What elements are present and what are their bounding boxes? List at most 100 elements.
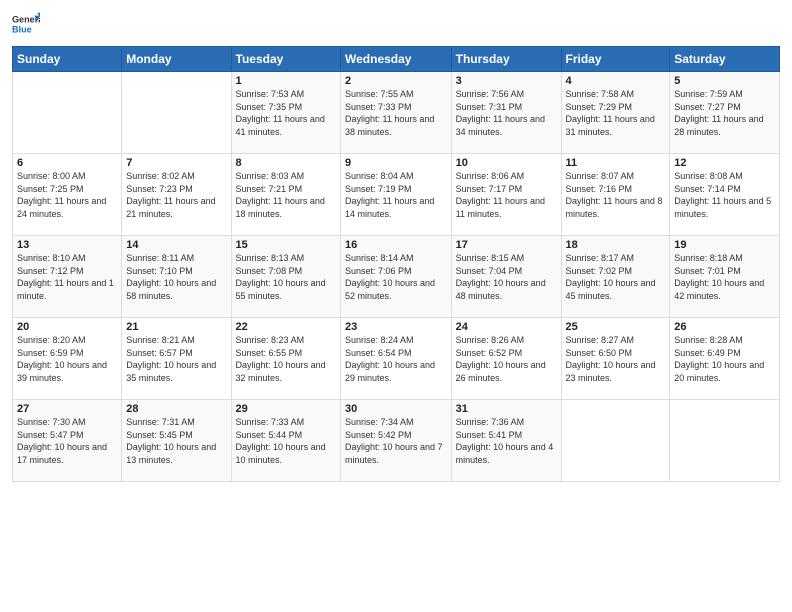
day-number: 20 bbox=[17, 321, 117, 333]
day-number: 4 bbox=[566, 75, 666, 87]
day-number: 11 bbox=[566, 157, 666, 169]
day-number: 28 bbox=[126, 403, 226, 415]
calendar-header-row: SundayMondayTuesdayWednesdayThursdayFrid… bbox=[13, 47, 780, 72]
day-number: 14 bbox=[126, 239, 226, 251]
day-info: Sunrise: 8:03 AMSunset: 7:21 PMDaylight:… bbox=[236, 170, 336, 220]
day-number: 7 bbox=[126, 157, 226, 169]
day-info: Sunrise: 7:59 AMSunset: 7:27 PMDaylight:… bbox=[674, 88, 775, 138]
calendar-cell: 8Sunrise: 8:03 AMSunset: 7:21 PMDaylight… bbox=[231, 154, 340, 236]
day-number: 22 bbox=[236, 321, 336, 333]
calendar-cell: 26Sunrise: 8:28 AMSunset: 6:49 PMDayligh… bbox=[670, 318, 780, 400]
calendar-week-row: 20Sunrise: 8:20 AMSunset: 6:59 PMDayligh… bbox=[13, 318, 780, 400]
day-info: Sunrise: 8:14 AMSunset: 7:06 PMDaylight:… bbox=[345, 252, 447, 302]
day-number: 27 bbox=[17, 403, 117, 415]
day-of-week-header: Sunday bbox=[13, 47, 122, 72]
day-info: Sunrise: 8:10 AMSunset: 7:12 PMDaylight:… bbox=[17, 252, 117, 302]
calendar-week-row: 13Sunrise: 8:10 AMSunset: 7:12 PMDayligh… bbox=[13, 236, 780, 318]
calendar-cell: 1Sunrise: 7:53 AMSunset: 7:35 PMDaylight… bbox=[231, 72, 340, 154]
calendar-cell: 15Sunrise: 8:13 AMSunset: 7:08 PMDayligh… bbox=[231, 236, 340, 318]
day-info: Sunrise: 8:26 AMSunset: 6:52 PMDaylight:… bbox=[456, 334, 557, 384]
calendar-cell bbox=[13, 72, 122, 154]
day-of-week-header: Saturday bbox=[670, 47, 780, 72]
calendar-cell: 13Sunrise: 8:10 AMSunset: 7:12 PMDayligh… bbox=[13, 236, 122, 318]
day-number: 16 bbox=[345, 239, 447, 251]
day-number: 6 bbox=[17, 157, 117, 169]
calendar-cell bbox=[561, 400, 670, 482]
day-info: Sunrise: 8:02 AMSunset: 7:23 PMDaylight:… bbox=[126, 170, 226, 220]
calendar-cell: 20Sunrise: 8:20 AMSunset: 6:59 PMDayligh… bbox=[13, 318, 122, 400]
calendar-cell: 9Sunrise: 8:04 AMSunset: 7:19 PMDaylight… bbox=[341, 154, 452, 236]
day-number: 29 bbox=[236, 403, 336, 415]
day-number: 15 bbox=[236, 239, 336, 251]
calendar-cell bbox=[670, 400, 780, 482]
day-number: 18 bbox=[566, 239, 666, 251]
day-info: Sunrise: 8:11 AMSunset: 7:10 PMDaylight:… bbox=[126, 252, 226, 302]
calendar-cell: 17Sunrise: 8:15 AMSunset: 7:04 PMDayligh… bbox=[451, 236, 561, 318]
day-info: Sunrise: 7:33 AMSunset: 5:44 PMDaylight:… bbox=[236, 416, 336, 466]
calendar-cell: 27Sunrise: 7:30 AMSunset: 5:47 PMDayligh… bbox=[13, 400, 122, 482]
day-info: Sunrise: 8:24 AMSunset: 6:54 PMDaylight:… bbox=[345, 334, 447, 384]
calendar-cell: 25Sunrise: 8:27 AMSunset: 6:50 PMDayligh… bbox=[561, 318, 670, 400]
day-of-week-header: Friday bbox=[561, 47, 670, 72]
calendar-cell: 18Sunrise: 8:17 AMSunset: 7:02 PMDayligh… bbox=[561, 236, 670, 318]
calendar-cell: 11Sunrise: 8:07 AMSunset: 7:16 PMDayligh… bbox=[561, 154, 670, 236]
day-info: Sunrise: 7:56 AMSunset: 7:31 PMDaylight:… bbox=[456, 88, 557, 138]
day-info: Sunrise: 7:36 AMSunset: 5:41 PMDaylight:… bbox=[456, 416, 557, 466]
day-info: Sunrise: 8:13 AMSunset: 7:08 PMDaylight:… bbox=[236, 252, 336, 302]
calendar-cell: 2Sunrise: 7:55 AMSunset: 7:33 PMDaylight… bbox=[341, 72, 452, 154]
calendar-week-row: 1Sunrise: 7:53 AMSunset: 7:35 PMDaylight… bbox=[13, 72, 780, 154]
calendar-cell: 28Sunrise: 7:31 AMSunset: 5:45 PMDayligh… bbox=[122, 400, 231, 482]
day-info: Sunrise: 8:00 AMSunset: 7:25 PMDaylight:… bbox=[17, 170, 117, 220]
header: General Blue bbox=[12, 10, 780, 38]
day-number: 13 bbox=[17, 239, 117, 251]
calendar-cell: 21Sunrise: 8:21 AMSunset: 6:57 PMDayligh… bbox=[122, 318, 231, 400]
calendar-cell: 30Sunrise: 7:34 AMSunset: 5:42 PMDayligh… bbox=[341, 400, 452, 482]
day-number: 31 bbox=[456, 403, 557, 415]
day-info: Sunrise: 8:07 AMSunset: 7:16 PMDaylight:… bbox=[566, 170, 666, 220]
day-info: Sunrise: 8:15 AMSunset: 7:04 PMDaylight:… bbox=[456, 252, 557, 302]
day-number: 23 bbox=[345, 321, 447, 333]
day-number: 19 bbox=[674, 239, 775, 251]
day-number: 21 bbox=[126, 321, 226, 333]
calendar-cell: 22Sunrise: 8:23 AMSunset: 6:55 PMDayligh… bbox=[231, 318, 340, 400]
day-number: 1 bbox=[236, 75, 336, 87]
day-info: Sunrise: 8:21 AMSunset: 6:57 PMDaylight:… bbox=[126, 334, 226, 384]
day-info: Sunrise: 7:58 AMSunset: 7:29 PMDaylight:… bbox=[566, 88, 666, 138]
calendar-cell bbox=[122, 72, 231, 154]
calendar-cell: 16Sunrise: 8:14 AMSunset: 7:06 PMDayligh… bbox=[341, 236, 452, 318]
logo-icon: General Blue bbox=[12, 10, 40, 38]
day-of-week-header: Tuesday bbox=[231, 47, 340, 72]
calendar-cell: 24Sunrise: 8:26 AMSunset: 6:52 PMDayligh… bbox=[451, 318, 561, 400]
calendar-cell: 23Sunrise: 8:24 AMSunset: 6:54 PMDayligh… bbox=[341, 318, 452, 400]
calendar-cell: 6Sunrise: 8:00 AMSunset: 7:25 PMDaylight… bbox=[13, 154, 122, 236]
day-number: 10 bbox=[456, 157, 557, 169]
day-info: Sunrise: 8:06 AMSunset: 7:17 PMDaylight:… bbox=[456, 170, 557, 220]
day-number: 2 bbox=[345, 75, 447, 87]
day-info: Sunrise: 8:23 AMSunset: 6:55 PMDaylight:… bbox=[236, 334, 336, 384]
day-of-week-header: Wednesday bbox=[341, 47, 452, 72]
calendar-cell: 31Sunrise: 7:36 AMSunset: 5:41 PMDayligh… bbox=[451, 400, 561, 482]
day-number: 30 bbox=[345, 403, 447, 415]
day-number: 3 bbox=[456, 75, 557, 87]
calendar-week-row: 27Sunrise: 7:30 AMSunset: 5:47 PMDayligh… bbox=[13, 400, 780, 482]
day-number: 24 bbox=[456, 321, 557, 333]
day-info: Sunrise: 8:18 AMSunset: 7:01 PMDaylight:… bbox=[674, 252, 775, 302]
calendar-cell: 14Sunrise: 8:11 AMSunset: 7:10 PMDayligh… bbox=[122, 236, 231, 318]
day-number: 5 bbox=[674, 75, 775, 87]
day-info: Sunrise: 7:31 AMSunset: 5:45 PMDaylight:… bbox=[126, 416, 226, 466]
day-number: 9 bbox=[345, 157, 447, 169]
calendar-cell: 3Sunrise: 7:56 AMSunset: 7:31 PMDaylight… bbox=[451, 72, 561, 154]
day-number: 17 bbox=[456, 239, 557, 251]
calendar-container: General Blue SundayMondayTuesdayWednesda… bbox=[0, 0, 792, 612]
day-info: Sunrise: 8:27 AMSunset: 6:50 PMDaylight:… bbox=[566, 334, 666, 384]
day-number: 25 bbox=[566, 321, 666, 333]
day-info: Sunrise: 8:04 AMSunset: 7:19 PMDaylight:… bbox=[345, 170, 447, 220]
calendar-cell: 29Sunrise: 7:33 AMSunset: 5:44 PMDayligh… bbox=[231, 400, 340, 482]
day-of-week-header: Monday bbox=[122, 47, 231, 72]
logo: General Blue bbox=[12, 10, 40, 38]
calendar-cell: 5Sunrise: 7:59 AMSunset: 7:27 PMDaylight… bbox=[670, 72, 780, 154]
calendar-cell: 10Sunrise: 8:06 AMSunset: 7:17 PMDayligh… bbox=[451, 154, 561, 236]
day-info: Sunrise: 8:28 AMSunset: 6:49 PMDaylight:… bbox=[674, 334, 775, 384]
calendar-cell: 7Sunrise: 8:02 AMSunset: 7:23 PMDaylight… bbox=[122, 154, 231, 236]
day-number: 26 bbox=[674, 321, 775, 333]
